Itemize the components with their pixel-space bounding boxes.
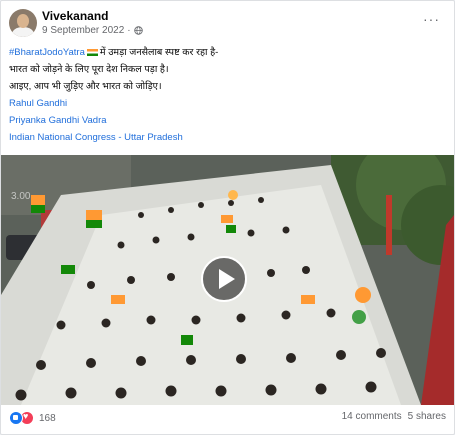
- video-watermark: 3.00: [11, 191, 31, 202]
- globe-icon: [133, 26, 143, 35]
- post-line-2: भारत को जोड़ने के लिए पूरा देश निकल पड़ा…: [9, 64, 169, 75]
- avatar-body: [12, 27, 34, 37]
- post-card: Vivekanand 9 September 2022 · ··· #Bhara…: [0, 0, 455, 435]
- like-icon: [9, 411, 23, 425]
- comments-count[interactable]: 14 comments: [342, 411, 402, 422]
- post-date[interactable]: 9 September 2022: [42, 25, 124, 36]
- engagement-counts: 14 comments 5 shares: [342, 411, 446, 422]
- play-icon: [219, 269, 235, 289]
- meta-separator: ·: [127, 25, 131, 36]
- reaction-count: 168: [39, 412, 56, 424]
- post-footer: 168 14 comments 5 shares: [9, 409, 446, 427]
- author-name[interactable]: Vivekanand: [42, 9, 108, 23]
- shares-count[interactable]: 5 shares: [408, 411, 446, 422]
- post-text: #BharatJodoYatra में उमड़ा जनसैलाब स्पष्ट…: [9, 44, 446, 146]
- tag-inc-uttar-pradesh[interactable]: Indian National Congress - Uttar Pradesh: [9, 129, 446, 146]
- flag-icon: [86, 49, 98, 56]
- more-options-icon[interactable]: ···: [423, 11, 440, 27]
- video-player[interactable]: 3.00: [1, 155, 454, 405]
- play-button[interactable]: [201, 256, 247, 302]
- avatar-face: [17, 14, 29, 28]
- post-header: Vivekanand 9 September 2022 · ···: [9, 9, 446, 41]
- tag-rahul-gandhi[interactable]: Rahul Gandhi: [9, 95, 446, 112]
- tag-priyanka-gandhi-vadra[interactable]: Priyanka Gandhi Vadra: [9, 112, 446, 129]
- post-line-3: आइए, आप भी जुड़िए और भारत को जोड़िए।: [9, 81, 162, 92]
- hashtag-link[interactable]: #BharatJodoYatra: [9, 47, 85, 58]
- post-meta: 9 September 2022 ·: [42, 25, 143, 36]
- post-line-1-text: में उमड़ा जनसैलाब स्पष्ट कर रहा है-: [99, 47, 219, 58]
- reactions-summary[interactable]: 168: [9, 411, 56, 425]
- avatar[interactable]: [9, 9, 37, 37]
- post-line-1: #BharatJodoYatra में उमड़ा जनसैलाब स्पष्ट…: [9, 44, 446, 61]
